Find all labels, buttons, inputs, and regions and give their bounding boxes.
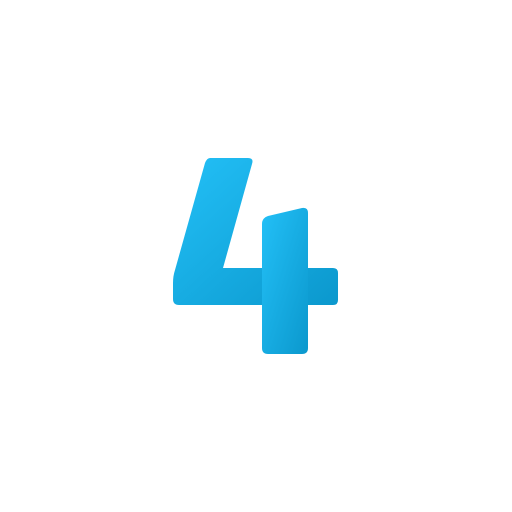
- four-diagonal-stroke: [173, 158, 338, 305]
- app-icon-canvas: [0, 0, 512, 512]
- four-numeral-logo-icon: [173, 158, 338, 354]
- four-vertical-stem: [262, 207, 308, 354]
